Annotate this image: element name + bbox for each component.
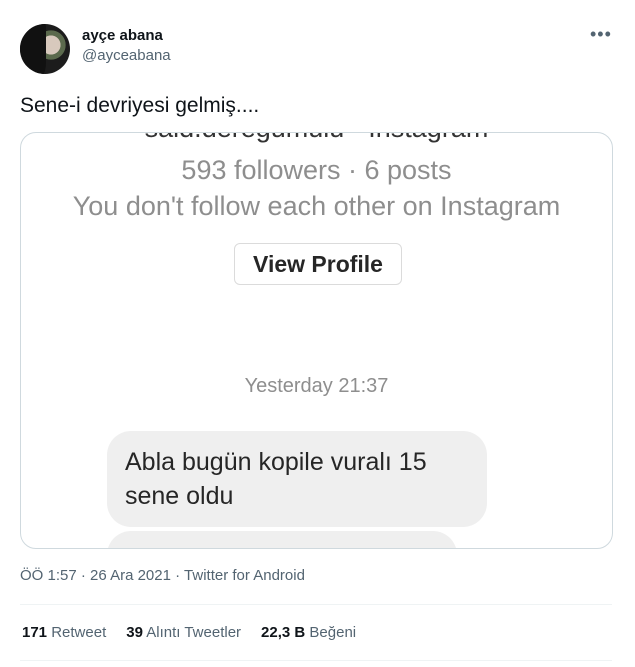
retweets-label: Retweet	[51, 624, 107, 641]
divider	[20, 660, 612, 661]
meta-separator: ·	[175, 567, 181, 584]
quotes-label: Alıntı Tweetler	[146, 624, 242, 641]
likes-link[interactable]: 22,3 B Beğeni	[261, 624, 356, 641]
likes-label: Beğeni	[309, 624, 357, 641]
divider	[20, 604, 612, 605]
message-bubble: Abla bugün kopile vuralı 15 sene oldu	[107, 431, 487, 527]
quotes-link[interactable]: 39 Alıntı Tweetler	[126, 624, 241, 641]
tweet-source[interactable]: Twitter for Android	[184, 567, 305, 584]
message-timestamp: Yesterday 21:37	[244, 375, 389, 397]
author-display-name[interactable]: ayçe abana	[82, 27, 163, 44]
clipped-profile-title: said.deregumulu · Instagram	[21, 133, 612, 144]
quotes-count: 39	[126, 624, 143, 641]
avatar[interactable]	[20, 24, 70, 74]
engagement-bar: 171 Retweet 39 Alıntı Tweetler 22,3 B Be…	[22, 624, 356, 641]
more-horizontal-icon[interactable]: •••	[590, 24, 612, 45]
meta-separator: ·	[80, 567, 86, 584]
avatar-hair	[20, 24, 46, 74]
tweet-text: Sene-i devriyesi gelmiş....	[20, 94, 260, 117]
author-handle[interactable]: @ayceabana	[82, 47, 171, 64]
tweet-time[interactable]: ÖÖ 1:57	[20, 567, 77, 584]
mutual-follow-status: You don't follow each other on Instagram	[72, 191, 561, 221]
retweets-link[interactable]: 171 Retweet	[22, 624, 106, 641]
tweet-media-image[interactable]: said.deregumulu · Instagram 593 follower…	[20, 132, 613, 549]
tweet-date[interactable]: 26 Ara 2021	[90, 567, 171, 584]
view-profile-button: View Profile	[234, 243, 402, 285]
likes-count: 22,3 B	[261, 624, 306, 641]
retweets-count: 171	[22, 624, 48, 641]
message-bubble-partial	[107, 531, 457, 548]
tweet-meta: ÖÖ 1:57 · 26 Ara 2021 · Twitter for Andr…	[20, 567, 305, 584]
profile-stats: 593 followers · 6 posts	[181, 155, 452, 185]
